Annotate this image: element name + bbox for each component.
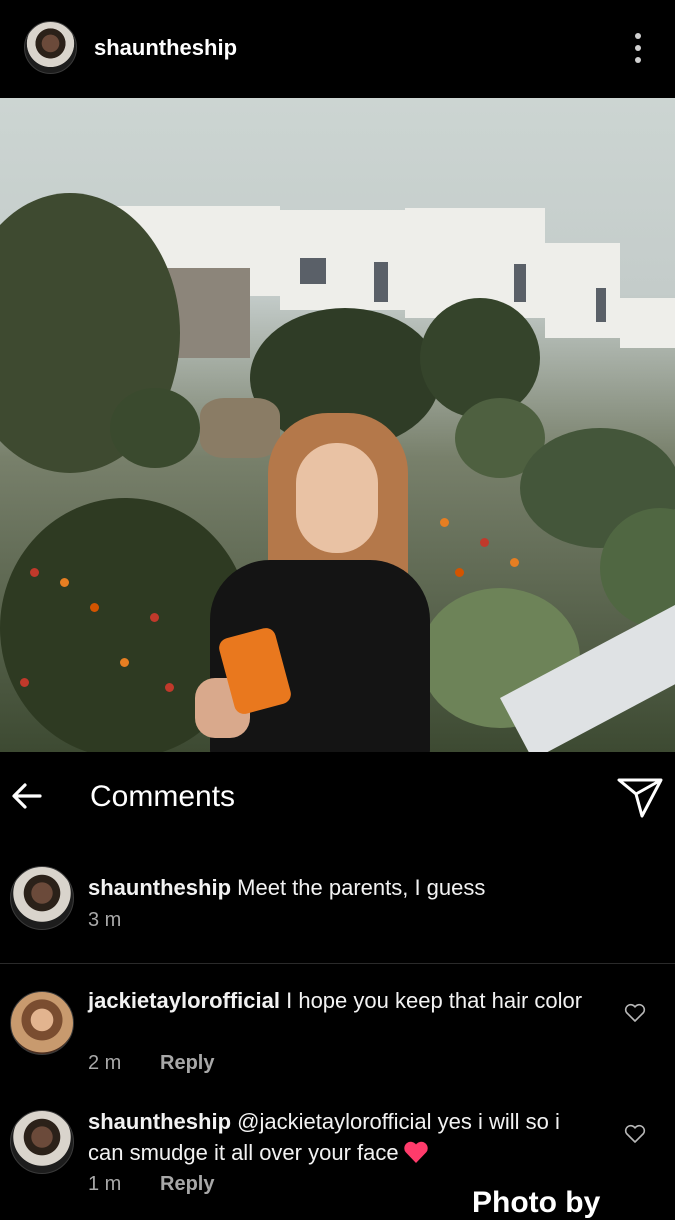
comment-time: 1 m	[88, 1173, 122, 1195]
comments-title: Comments	[90, 780, 236, 813]
avatar[interactable]	[10, 1110, 74, 1174]
post-header: shauntheship	[0, 0, 675, 98]
comment-time: 3 m	[88, 909, 122, 931]
cut-off-caption: Photo by	[472, 1186, 601, 1219]
like-heart-icon[interactable]	[624, 1003, 646, 1023]
comment-text: Meet the parents, I guess	[237, 875, 486, 900]
comment-time: 2 m	[88, 1052, 122, 1074]
post-username[interactable]: shauntheship	[94, 35, 237, 61]
comment-text: I hope you keep that hair color	[286, 988, 583, 1013]
send-icon[interactable]	[616, 776, 664, 820]
divider	[0, 963, 675, 964]
comment-username[interactable]: shauntheship	[88, 875, 231, 900]
comment-username[interactable]: shauntheship	[88, 1109, 231, 1134]
post-photo[interactable]	[0, 98, 675, 752]
back-arrow-icon[interactable]	[10, 780, 44, 812]
reply-button[interactable]: Reply	[160, 1052, 214, 1075]
reply-button[interactable]: Reply	[160, 1173, 214, 1196]
list-item: jackietaylorofficial I hope you keep tha…	[0, 985, 675, 1085]
red-heart-emoji-icon	[403, 1141, 428, 1163]
avatar[interactable]	[24, 21, 77, 74]
list-item: shauntheship Meet the parents, I guess 3…	[0, 866, 675, 956]
more-options-icon[interactable]	[630, 33, 646, 63]
comment-username[interactable]: jackietaylorofficial	[88, 988, 280, 1013]
like-heart-icon[interactable]	[624, 1124, 646, 1144]
avatar[interactable]	[10, 866, 74, 930]
avatar[interactable]	[10, 991, 74, 1055]
